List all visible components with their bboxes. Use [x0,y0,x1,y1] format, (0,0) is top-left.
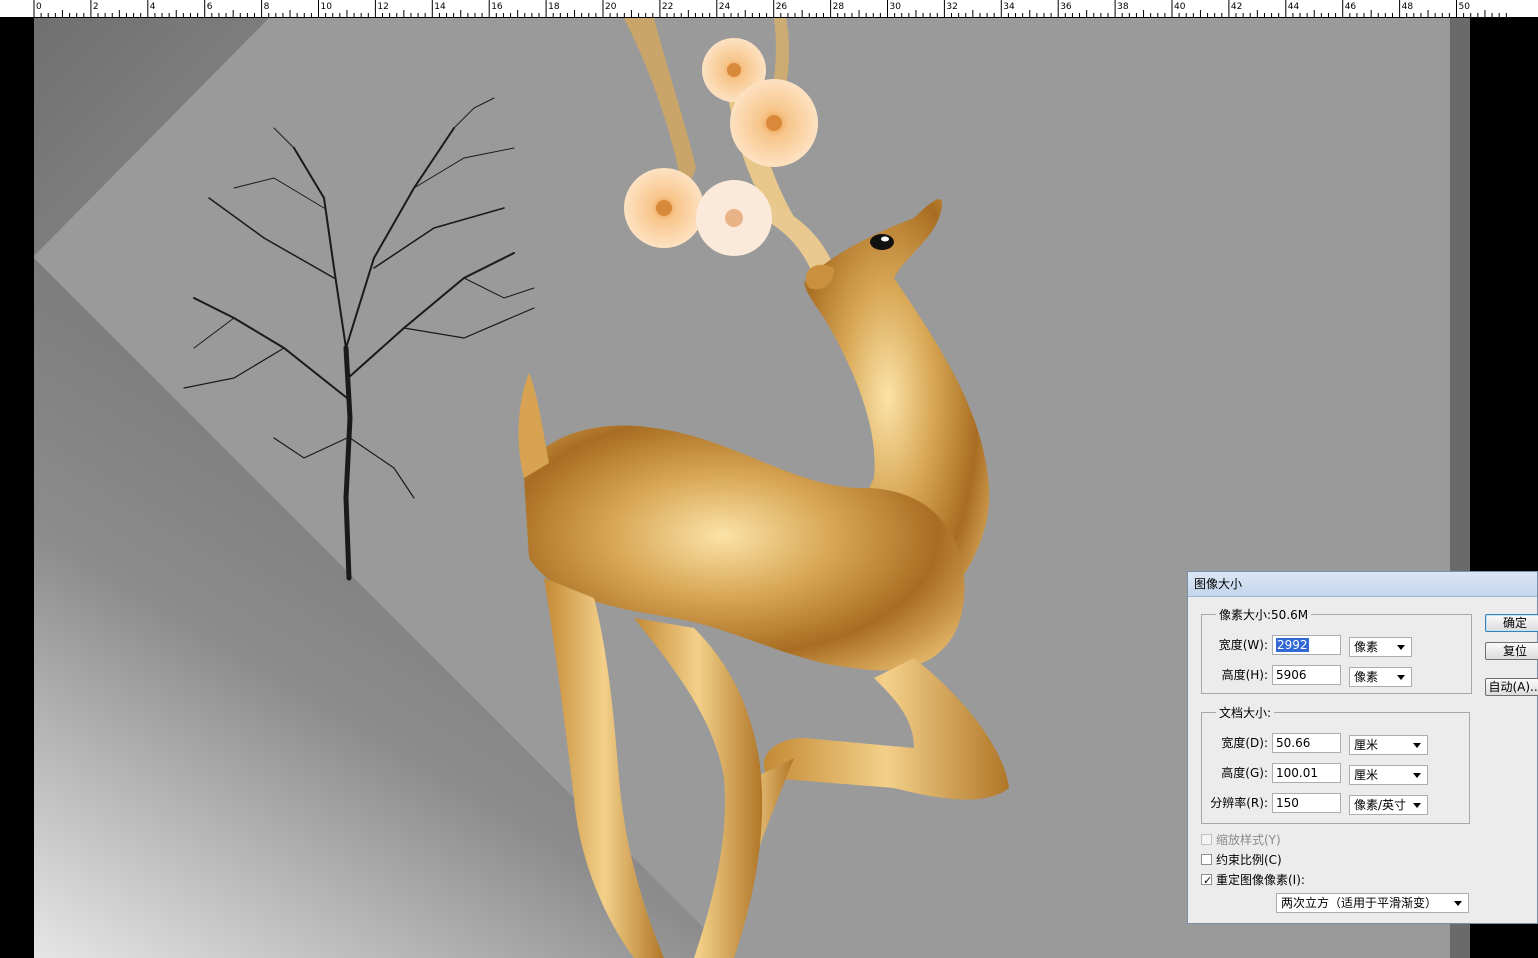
pixel-width-unit-select[interactable]: 像素 [1349,637,1412,657]
chevron-down-icon [1413,773,1421,778]
horizontal-ruler: 0 2 4 6 8 10 12 14 16 18 20 22 24 26 28 30 32 34 36 38 40 42 4… [0,0,1538,18]
chevron-down-icon [1413,803,1421,808]
pixel-width-unit: 像素 [1354,640,1379,654]
scale-styles-label: 缩放样式(Y) [1216,833,1281,847]
doc-width-unit: 厘米 [1354,738,1379,752]
checkmark-icon: ✓ [1203,874,1213,887]
resolution-input[interactable]: 150 [1272,793,1341,813]
checkbox-box [1201,834,1212,845]
constrain-proportions-label: 约束比例(C) [1216,853,1282,867]
ruler-label: 8 [264,2,270,12]
pixel-width-label: 宽度(W): [1218,638,1268,652]
ruler-label: 4 [150,2,156,12]
pixel-height-unit: 像素 [1354,670,1379,684]
doc-height-unit-select[interactable]: 厘米 [1349,765,1428,785]
pixel-height-label: 高度(H): [1221,668,1268,682]
resample-method: 两次立方（适用于平滑渐变） [1281,896,1438,910]
ruler-label: 36 [1060,2,1072,12]
auto-button[interactable]: 自动(A)... [1485,678,1538,696]
reset-button[interactable]: 复位 [1485,642,1538,660]
ruler-label: 20 [605,2,617,12]
ruler-label: 22 [662,2,673,12]
dialog-title: 图像大小 [1188,572,1537,597]
pixel-width-value: 2992 [1276,638,1309,652]
ruler-label: 50 [1459,2,1471,12]
doc-width-label: 宽度(D): [1221,736,1268,750]
ruler-label: 44 [1288,2,1300,12]
doc-height-unit: 厘米 [1354,768,1379,782]
chevron-down-icon [1397,675,1405,680]
document-size-legend: 文档大小: [1219,706,1272,720]
resample-checkbox[interactable]: ✓ 重定图像像素(I): [1201,871,1361,889]
golden-deer [518,199,1009,958]
ruler-label: 24 [719,2,731,12]
constrain-proportions-checkbox[interactable]: 约束比例(C) [1201,851,1321,869]
ruler-label: 26 [776,2,788,12]
pixel-width-input[interactable]: 2992 [1272,635,1341,655]
ruler-label: 42 [1231,2,1242,12]
ruler-label: 18 [548,2,560,12]
ruler-label: 28 [833,2,845,12]
left-gutter [0,18,34,958]
ruler-label: 10 [321,2,333,12]
ruler-ticks: 0 2 4 6 8 10 12 14 16 18 20 22 24 26 28 30 32 34 36 38 40 42 4… [33,0,1507,17]
pixel-height-input[interactable]: 5906 [1272,665,1341,685]
resample-method-select[interactable]: 两次立方（适用于平滑渐变） [1276,893,1469,913]
ruler-label: 38 [1117,2,1129,12]
ruler-label: 6 [207,2,213,12]
ruler-label: 30 [890,2,902,12]
ruler-label: 16 [491,2,503,12]
image-size-dialog: 图像大小 像素大小:50.6M 宽度(W): 2992 像素 高度(H): 59… [1187,571,1538,924]
chevron-down-icon [1454,901,1462,906]
scale-styles-checkbox[interactable]: 缩放样式(Y) [1201,831,1321,849]
pixel-height-unit-select[interactable]: 像素 [1349,667,1412,687]
resample-label: 重定图像像素(I): [1216,873,1305,887]
ok-button[interactable]: 确定 [1485,614,1538,632]
checkbox-box [1201,854,1212,865]
chevron-down-icon [1413,743,1421,748]
ruler-label: 34 [1003,2,1015,12]
ruler-label: 40 [1174,2,1186,12]
doc-width-unit-select[interactable]: 厘米 [1349,735,1428,755]
ruler-label: 48 [1402,2,1414,12]
ruler-label: 2 [93,2,99,12]
resolution-unit-select[interactable]: 像素/英寸 [1349,795,1428,815]
pixel-dimensions-legend: 像素大小:50.6M [1219,608,1309,622]
ruler-label: 12 [377,2,388,12]
checkbox-box: ✓ [1201,874,1212,887]
ruler-label: 0 [36,2,42,12]
doc-width-input[interactable]: 50.66 [1272,733,1341,753]
ruler-end [1510,0,1538,17]
resolution-label: 分辨率(R): [1210,796,1268,810]
ruler-label: 46 [1345,2,1357,12]
ruler-label: 32 [946,2,957,12]
chevron-down-icon [1397,645,1405,650]
ruler-label: 14 [434,2,446,12]
doc-height-label: 高度(G): [1221,766,1268,780]
doc-height-input[interactable]: 100.01 [1272,763,1341,783]
resolution-unit: 像素/英寸 [1354,798,1407,812]
